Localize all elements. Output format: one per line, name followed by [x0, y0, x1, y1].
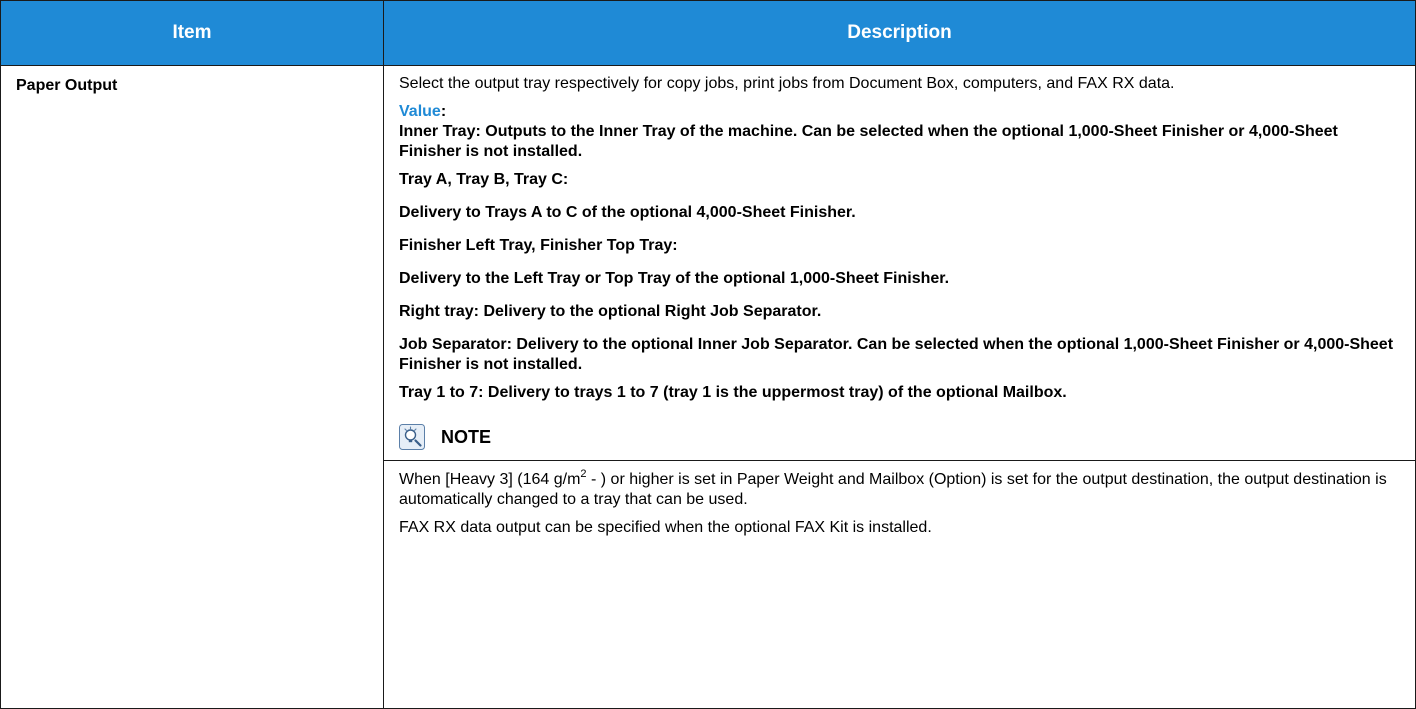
value-label: Value: [399, 103, 441, 120]
value-inner-tray: Inner Tray: Outputs to the Inner Tray of…: [399, 123, 1338, 160]
value-heading: Value:: [399, 102, 1397, 122]
note-text-1-before: When [Heavy 3] (164 g/m: [399, 471, 581, 488]
value-colon: :: [440, 103, 447, 120]
value-right-tray: Right tray: Delivery to the optional Rig…: [399, 303, 822, 320]
header-description: Description: [383, 0, 1416, 66]
table-header-row: Item Description: [0, 0, 1416, 66]
value-mailbox: Tray 1 to 7: Delivery to trays 1 to 7 (t…: [399, 384, 1067, 401]
value-finisher-trays: Finisher Left Tray, Finisher Top Tray:: [399, 237, 678, 254]
item-cell: Paper Output: [0, 65, 384, 709]
header-item: Item: [0, 0, 384, 66]
note-text-1: When [Heavy 3] (164 g/m2 - ) or higher i…: [399, 469, 1397, 510]
settings-table: Item Description Paper Output Select the…: [0, 0, 1416, 709]
description-cell: Select the output tray respectively for …: [383, 65, 1416, 709]
note-label: NOTE: [441, 427, 492, 447]
value-tray-abc-desc: Delivery to Trays A to C of the optional…: [399, 204, 856, 221]
note-lightbulb-icon: [399, 424, 425, 450]
table-row: Paper Output Select the output tray resp…: [0, 65, 1416, 709]
value-job-separator: Job Separator: Delivery to the optional …: [399, 336, 1394, 373]
note-text-2: FAX RX data output can be specified when…: [399, 519, 932, 536]
note-divider: [384, 460, 1415, 461]
intro-text: Select the output tray respectively for …: [399, 75, 1175, 92]
value-tray-abc: Tray A, Tray B, Tray C:: [399, 171, 569, 188]
value-finisher-trays-desc: Delivery to the Left Tray or Top Tray of…: [399, 270, 950, 287]
note-heading: NOTE: [399, 424, 1397, 450]
